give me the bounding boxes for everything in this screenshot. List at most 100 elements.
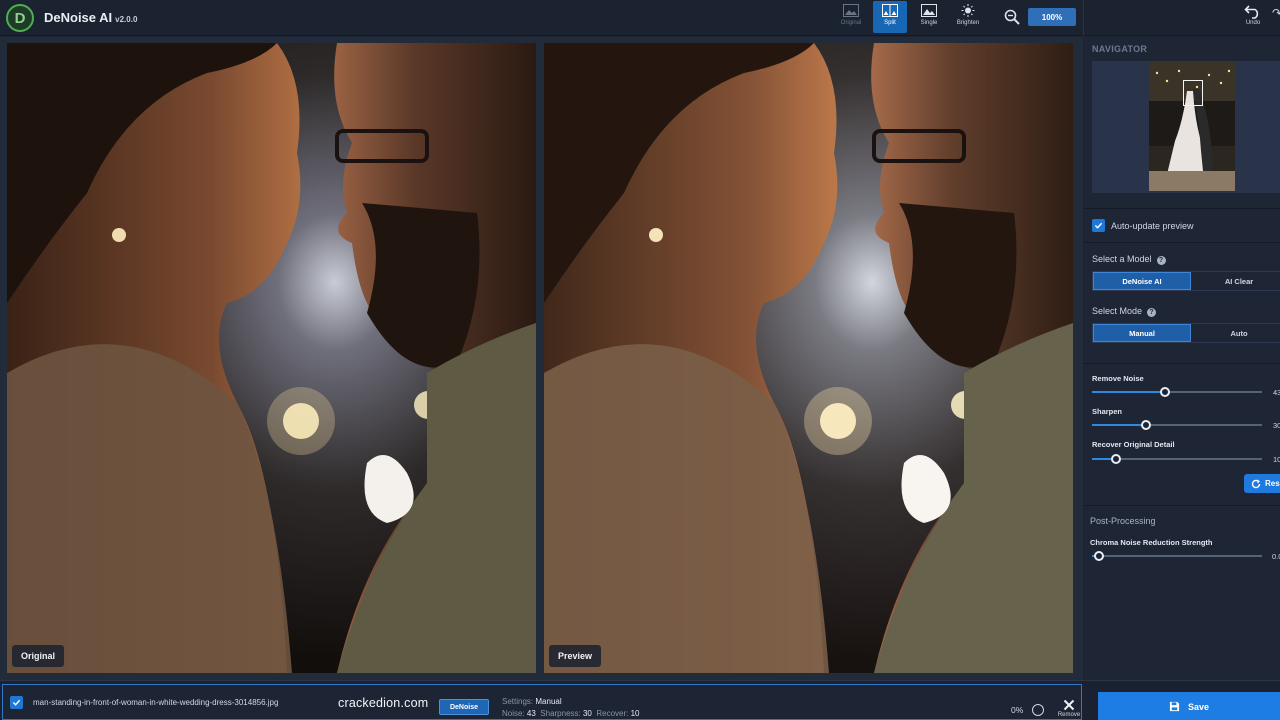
remove-label: Remove [1057, 712, 1081, 718]
watermark-text: crackedion.com [338, 696, 429, 710]
file-list-row[interactable]: man-standing-in-front-of-woman-in-white-… [2, 684, 1082, 720]
navigator[interactable] [1092, 61, 1280, 193]
app-version: v2.0.0 [115, 15, 138, 24]
slider-handle[interactable] [1110, 454, 1121, 464]
progress-ring-icon [1032, 704, 1044, 716]
reset-label: Res [1265, 479, 1280, 488]
brighten-icon [961, 4, 975, 17]
model-option-ai-clear[interactable]: AI Clear [1191, 272, 1280, 290]
remove-button[interactable]: Remove [1055, 699, 1083, 720]
original-label: Original [12, 645, 65, 667]
mode-option-auto[interactable]: Auto [1191, 324, 1280, 342]
app-title: DeNoise AI v2.0.0 [44, 10, 137, 25]
view-original-label: Original [840, 20, 862, 26]
preview-image-pane[interactable]: Preview [544, 43, 1073, 673]
recover-label: Recover: [596, 709, 629, 718]
image-canvas[interactable]: Original Preview [0, 37, 1083, 680]
sharpness-value: 30 [582, 709, 592, 718]
settings-panel: NAVIGATOR Auto-update preview Select a M… [1084, 37, 1280, 680]
panel-divider [1084, 363, 1280, 364]
brighten-button[interactable]: Brighten [951, 1, 985, 33]
brighten-label: Brighten [956, 20, 980, 26]
image-icon [843, 4, 859, 17]
settings-values: Noise: 43 Sharpness: 30 Recover: 10 [502, 709, 640, 718]
help-icon[interactable]: ? [1147, 308, 1157, 317]
zoom-icon[interactable] [1004, 9, 1020, 25]
settings-summary: Settings: Manual [502, 697, 562, 706]
close-icon [1063, 699, 1075, 711]
bottom-bar: man-standing-in-front-of-woman-in-white-… [0, 680, 1280, 720]
slider-handle[interactable] [1160, 387, 1171, 397]
navigator-thumbnail[interactable] [1149, 61, 1235, 191]
app-name: DeNoise AI [44, 10, 113, 25]
auto-update-checkbox[interactable] [1092, 219, 1105, 232]
select-model-label: Select a Model? [1092, 254, 1166, 265]
remove-noise-label: Remove Noise [1092, 374, 1144, 383]
toolbar-divider [1083, 0, 1084, 36]
navigator-title: NAVIGATOR [1092, 44, 1148, 54]
navigator-viewport-rect[interactable] [1183, 80, 1203, 106]
single-view-icon [921, 4, 937, 17]
panel-divider [1084, 208, 1280, 209]
noise-value: 43 [526, 709, 536, 718]
panel-divider [1084, 505, 1280, 506]
chroma-noise-value: 0.0 [1272, 552, 1280, 561]
split-view-icon [882, 4, 898, 17]
post-processing-title: Post-Processing [1090, 516, 1156, 526]
recover-detail-value: 10 [1273, 455, 1280, 464]
save-button[interactable]: Save [1098, 692, 1280, 720]
checkmark-icon [1094, 222, 1103, 229]
original-image-pane[interactable]: Original [7, 43, 536, 673]
panel-divider [1084, 242, 1280, 243]
undo-button[interactable]: Undo [1238, 3, 1268, 33]
sharpness-label: Sharpness: [540, 709, 581, 718]
progress-percent: 0% [1011, 705, 1024, 715]
noise-label: Noise: [502, 709, 525, 718]
recover-detail-label: Recover Original Detail [1092, 440, 1175, 449]
save-label: Save [1187, 701, 1210, 712]
settings-label: Settings: [502, 697, 534, 706]
sharpen-slider[interactable] [1092, 420, 1262, 430]
denoise-app: D DeNoise AI v2.0.0 Original Split Single… [0, 0, 1280, 720]
redo-icon[interactable]: ↷ [1272, 6, 1280, 20]
remove-noise-value: 43 [1273, 388, 1280, 397]
model-selector: DeNoise AI AI Clear [1092, 271, 1280, 291]
undo-icon [1244, 5, 1259, 19]
zoom-level-field[interactable]: 100% [1028, 8, 1076, 26]
slider-fill [1092, 391, 1166, 393]
chroma-noise-label: Chroma Noise Reduction Strength [1090, 538, 1213, 547]
remove-noise-slider[interactable] [1092, 387, 1262, 397]
select-mode-text: Select Mode [1092, 306, 1143, 316]
file-select-checkbox[interactable] [10, 696, 23, 709]
original-photo [7, 43, 536, 673]
reset-button[interactable]: Res [1244, 474, 1280, 493]
recover-value: 10 [630, 709, 640, 718]
view-single-label: Single [920, 20, 938, 26]
view-split-label: Split [884, 20, 896, 26]
app-logo-icon: D [6, 4, 34, 32]
model-badge: DeNoise [439, 699, 489, 715]
view-original-button[interactable]: Original [834, 1, 868, 33]
view-single-button[interactable]: Single [912, 1, 946, 33]
help-icon[interactable]: ? [1156, 256, 1166, 265]
mode-option-manual[interactable]: Manual [1093, 324, 1191, 342]
reset-icon [1251, 479, 1261, 488]
model-option-denoise-ai[interactable]: DeNoise AI [1093, 272, 1191, 290]
select-mode-label: Select Mode? [1092, 306, 1157, 317]
undo-label: Undo [1245, 20, 1261, 26]
view-split-button[interactable]: Split [873, 1, 907, 33]
settings-value: Manual [535, 697, 562, 706]
file-name: man-standing-in-front-of-woman-in-white-… [33, 698, 279, 707]
top-toolbar: D DeNoise AI v2.0.0 Original Split Single… [0, 0, 1280, 36]
preview-label: Preview [549, 645, 602, 667]
slider-fill [1092, 424, 1147, 426]
sharpen-label: Sharpen [1092, 407, 1123, 416]
select-model-text: Select a Model [1092, 254, 1152, 264]
slider-handle[interactable] [1141, 420, 1152, 430]
preview-photo [544, 43, 1073, 673]
slider-handle[interactable] [1093, 551, 1104, 561]
mode-selector: Manual Auto [1092, 323, 1280, 343]
save-icon [1169, 701, 1180, 712]
recover-detail-slider[interactable] [1092, 454, 1262, 464]
chroma-noise-slider[interactable] [1092, 551, 1262, 561]
